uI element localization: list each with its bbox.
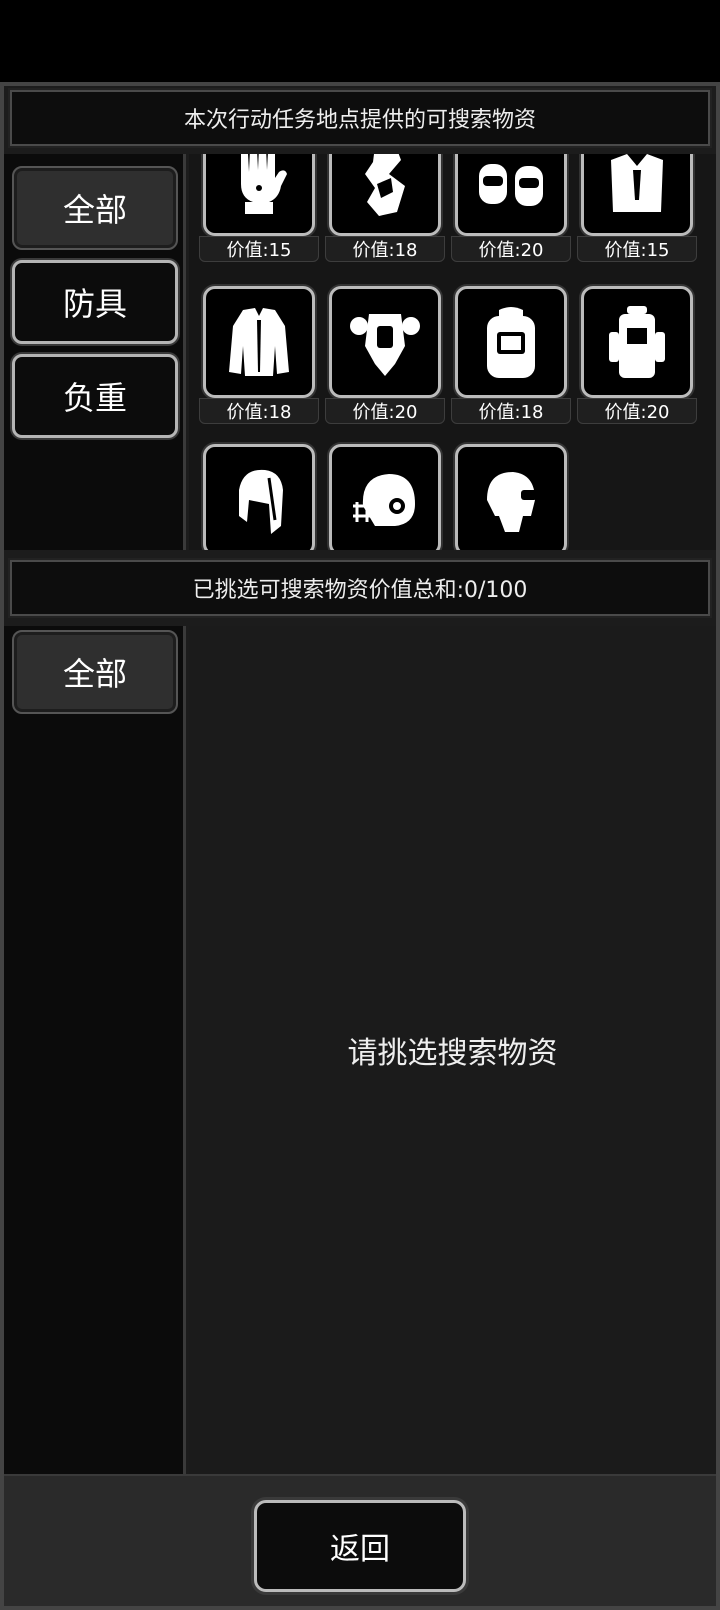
- item-slot: [581, 154, 693, 236]
- item-value: 价值:18: [325, 236, 445, 262]
- available-supplies-section: 全部 防具 负重 1 价值:15 1 价值:18 1 价值:20: [4, 154, 716, 550]
- item-card[interactable]: 1 价值:20: [451, 154, 571, 264]
- category-tab-carry[interactable]: 负重: [12, 354, 178, 438]
- item-slot: [329, 154, 441, 236]
- item-card[interactable]: 1: [451, 444, 571, 550]
- fur-wrap-icon: [365, 154, 405, 216]
- item-grid: 1 价值:15 1 价值:18 1 价值:20 1 价值:15: [189, 154, 716, 550]
- item-slot: [329, 286, 441, 398]
- item-card[interactable]: 1 价值:15: [199, 154, 319, 264]
- item-slot: [329, 444, 441, 550]
- item-slot: [455, 286, 567, 398]
- backpack-icon: [487, 307, 535, 378]
- item-card[interactable]: 1 价值:18: [325, 154, 445, 264]
- category-tab-armor[interactable]: 防具: [12, 260, 178, 344]
- empty-message: 请挑选搜索物资: [347, 1036, 558, 1071]
- selected-items-area: 请挑选搜索物资: [189, 626, 716, 1474]
- footer-bar: 返回: [4, 1474, 716, 1606]
- item-card[interactable]: 1 价值:20: [325, 286, 445, 426]
- selected-value-total: 已挑选可搜索物资价值总和:0/100: [8, 558, 712, 618]
- item-value: 价值:20: [577, 398, 697, 424]
- selected-category-sidebar: 全部: [4, 626, 186, 1474]
- football-helmet-icon: [353, 474, 415, 526]
- item-slot: [203, 444, 315, 550]
- item-slot: [581, 286, 693, 398]
- visor-helmet-icon: [487, 472, 537, 532]
- item-card[interactable]: 1: [325, 444, 445, 550]
- fur-vest-icon: [611, 154, 663, 212]
- knee-pads-icon: [479, 164, 543, 206]
- category-sidebar: 全部 防具 负重: [4, 154, 186, 550]
- item-slot: [203, 286, 315, 398]
- item-slot: [203, 154, 315, 236]
- fur-coat-icon: [229, 308, 289, 376]
- aviator-cap-icon: [239, 469, 283, 534]
- gloves-icon: [241, 154, 287, 214]
- item-value: 价值:15: [199, 236, 319, 262]
- item-card[interactable]: 1 价值:18: [451, 286, 571, 426]
- item-slot: [455, 154, 567, 236]
- selected-supplies-section: 全部 请挑选搜索物资: [4, 626, 716, 1474]
- back-button[interactable]: 返回: [254, 1500, 466, 1592]
- item-card[interactable]: 1 价值:15: [577, 154, 697, 264]
- category-tab-all[interactable]: 全部: [12, 166, 178, 250]
- item-card[interactable]: 1 价值:18: [199, 286, 319, 426]
- hiking-backpack-icon: [609, 306, 665, 378]
- item-value: 价值:15: [577, 236, 697, 262]
- item-slot: [455, 444, 567, 550]
- item-card[interactable]: 1 价值:20: [577, 286, 697, 426]
- item-card[interactable]: 1: [199, 444, 319, 550]
- body-armor-icon: [350, 314, 420, 376]
- item-value: 价值:20: [325, 398, 445, 424]
- available-supplies-title: 本次行动任务地点提供的可搜索物资: [8, 88, 712, 148]
- selected-category-tab-all[interactable]: 全部: [12, 630, 178, 714]
- item-value: 价值:18: [199, 398, 319, 424]
- item-value: 价值:20: [451, 236, 571, 262]
- item-value: 价值:18: [451, 398, 571, 424]
